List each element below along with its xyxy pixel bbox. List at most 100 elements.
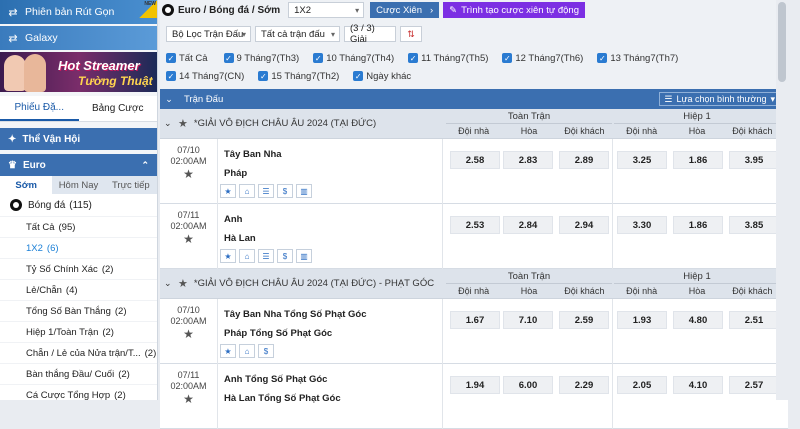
cashout-icon[interactable]: $ [277, 184, 293, 198]
odds-button[interactable]: 3.95 [729, 151, 779, 169]
date-checkbox[interactable]: ✓ 13 Tháng7(Th7) [597, 49, 678, 67]
period-today[interactable]: Hôm Nay [52, 176, 104, 194]
bet-type-label: Tổng Số Bàn Thắng [26, 305, 111, 317]
scrollbar-thumb[interactable] [778, 2, 786, 82]
date-label: 10 Tháng7(Th4) [326, 52, 395, 64]
stats-icon[interactable]: ⌂ [239, 184, 255, 198]
odds-button[interactable]: 1.67 [450, 311, 500, 329]
date-label: 13 Tháng7(Th7) [610, 52, 679, 64]
date-checkbox[interactable]: ✓ Tất Cả [166, 49, 208, 67]
section-olympics[interactable]: ✦ Thể Vận Hội [0, 128, 157, 150]
market-select-value: 1X2 [294, 4, 312, 16]
star-icon[interactable]: ★ [160, 168, 217, 180]
favorite-icon[interactable]: ★ [220, 344, 236, 358]
cashout-icon[interactable]: $ [258, 344, 274, 358]
date-checkbox[interactable]: ✓ 9 Tháng7(Th3) [223, 49, 299, 67]
chevron-down-icon[interactable]: ⌄ [164, 278, 178, 289]
combo-button[interactable]: Cược Xiên › [370, 2, 440, 18]
checkbox-icon: ✓ [166, 53, 176, 63]
date-checkbox[interactable]: ✓ 15 Tháng7(Th2) [258, 67, 339, 85]
odds-button[interactable]: 6.00 [503, 376, 553, 394]
bet-type-item[interactable]: Lẻ/Chẵn (4) [0, 279, 157, 300]
odds-button[interactable]: 2.89 [559, 151, 609, 169]
match-filter-select[interactable]: Bộ Lọc Trận Đấu ▾ [166, 26, 251, 42]
odds-button[interactable]: 2.94 [559, 216, 609, 234]
odds-button[interactable]: 2.83 [503, 151, 553, 169]
lite-version-link[interactable]: ⇄ Phiên bản Rút Gọn NEW [0, 0, 157, 24]
date-checkbox[interactable]: ✓ 11 Tháng7(Th5) [408, 49, 488, 67]
chart-icon[interactable]: ▥ [296, 184, 312, 198]
col-draw: Hòa [520, 126, 538, 136]
match-teams: Tây Ban Nha Pháp [224, 145, 282, 183]
odds-button[interactable]: 2.05 [617, 376, 667, 394]
odds-button[interactable]: 7.10 [503, 311, 553, 329]
odds-button[interactable]: 2.58 [450, 151, 500, 169]
odds-button[interactable]: 1.86 [673, 216, 723, 234]
chevron-down-icon[interactable]: ⌄ [164, 118, 178, 129]
all-matches-select[interactable]: Tất cả trận đấu ▾ [255, 26, 340, 42]
stats-icon[interactable]: ⌂ [239, 249, 255, 263]
auto-combo-button[interactable]: ✎ Trình tạo cược xiên tự động [443, 2, 585, 18]
list-icon[interactable]: ☰ [258, 184, 274, 198]
market-select[interactable]: 1X2 ▾ [288, 2, 365, 18]
odds-button[interactable]: 2.29 [559, 376, 609, 394]
odds-button[interactable]: 3.85 [729, 216, 779, 234]
list-icon[interactable]: ☰ [258, 249, 274, 263]
hot-streamer-banner[interactable]: Hot Streamer Tường Thuật [0, 52, 157, 92]
date-checkbox[interactable]: ✓ 10 Tháng7(Th4) [313, 49, 394, 67]
stats-icon[interactable]: ⌂ [239, 344, 255, 358]
bet-type-item[interactable]: Tất Cả (95) [0, 216, 157, 237]
league-filter-select[interactable]: (3 / 3) Giải [344, 23, 396, 45]
odds-button[interactable]: 2.84 [503, 216, 553, 234]
odds-button[interactable]: 3.25 [617, 151, 667, 169]
bet-type-count: (2) [102, 326, 114, 338]
bet-type-item[interactable]: Chẵn / Lẻ của Nửa trận/T... (2) [0, 342, 157, 363]
tab-bets[interactable]: Bảng Cược [79, 96, 158, 121]
sort-button[interactable]: ⇅ [400, 26, 422, 42]
odds-button[interactable]: 1.86 [673, 151, 723, 169]
odds-button[interactable]: 2.59 [559, 311, 609, 329]
away-team: Pháp [224, 168, 248, 179]
odds-button[interactable]: 3.30 [617, 216, 667, 234]
chevron-down-icon[interactable]: ⌄ [160, 94, 178, 105]
view-mode-select[interactable]: ☰ Lựa chọn bình thường ▾ [659, 92, 780, 106]
scrollbar[interactable] [776, 0, 788, 400]
star-icon[interactable]: ★ [178, 117, 188, 130]
sidebar: ⇄ Phiên bản Rút Gọn NEW ⇄ Galaxy Hot Str… [0, 0, 158, 400]
match-row: 07/10 02:00AM ★ Tây Ban Nha Tổng Số Phạt Gó… [160, 299, 788, 364]
chart-icon[interactable]: ▥ [296, 249, 312, 263]
favorite-icon[interactable]: ★ [220, 184, 236, 198]
period-tabs: Sớm Hôm Nay Trực tiếp [0, 176, 157, 194]
period-live[interactable]: Trực tiếp [105, 176, 157, 194]
galaxy-link[interactable]: ⇄ Galaxy [0, 26, 157, 50]
tab-bet-slip[interactable]: Phiếu Đặ... [0, 96, 79, 121]
odds-button[interactable]: 4.10 [673, 376, 723, 394]
date-checkbox[interactable]: ✓ Ngày khác [353, 67, 411, 85]
bet-type-item[interactable]: Tỷ Số Chính Xác (2) [0, 258, 157, 279]
match-row: 07/10 02:00AM ★ Tây Ban Nha Pháp ★ ⌂ ☰ $ ▥ 2.58 2.8… [160, 139, 788, 204]
odds-button[interactable]: 2.57 [729, 376, 779, 394]
bet-type-item[interactable]: Hiệp 1/Toàn Trận (2) [0, 321, 157, 342]
football-icon [162, 4, 174, 16]
odds-button[interactable]: 1.94 [450, 376, 500, 394]
star-icon[interactable]: ★ [178, 277, 188, 290]
bet-type-item[interactable]: Bàn thắng Đầu/ Cuối (2) [0, 363, 157, 384]
star-icon[interactable]: ★ [160, 233, 217, 245]
odds-button[interactable]: 2.53 [450, 216, 500, 234]
odds-button[interactable]: 1.93 [617, 311, 667, 329]
cashout-icon[interactable]: $ [277, 249, 293, 263]
filter-bar: Bộ Lọc Trận Đấu ▾ Tất cả trận đấu ▾ (3 /… [160, 23, 788, 45]
bet-type-item[interactable]: Cá Cược Tổng Hợp (2) [0, 384, 157, 400]
checkbox-icon: ✓ [313, 53, 324, 63]
sport-football[interactable]: Bóng đá (115) [0, 194, 157, 216]
date-checkbox[interactable]: ✓ 12 Tháng7(Th6) [502, 49, 583, 67]
period-early[interactable]: Sớm [0, 176, 53, 194]
section-euro[interactable]: ♛ Euro ⌃ [0, 154, 157, 176]
odds-button[interactable]: 2.51 [729, 311, 779, 329]
bet-type-item[interactable]: Tổng Số Bàn Thắng (2) [0, 300, 157, 321]
bet-type-item[interactable]: 1X2 (6) [0, 237, 157, 258]
date-checkbox[interactable]: ✓ 14 Tháng7(CN) [166, 67, 244, 85]
favorite-icon[interactable]: ★ [220, 249, 236, 263]
star-icon[interactable]: ★ [160, 328, 217, 340]
odds-button[interactable]: 4.80 [673, 311, 723, 329]
